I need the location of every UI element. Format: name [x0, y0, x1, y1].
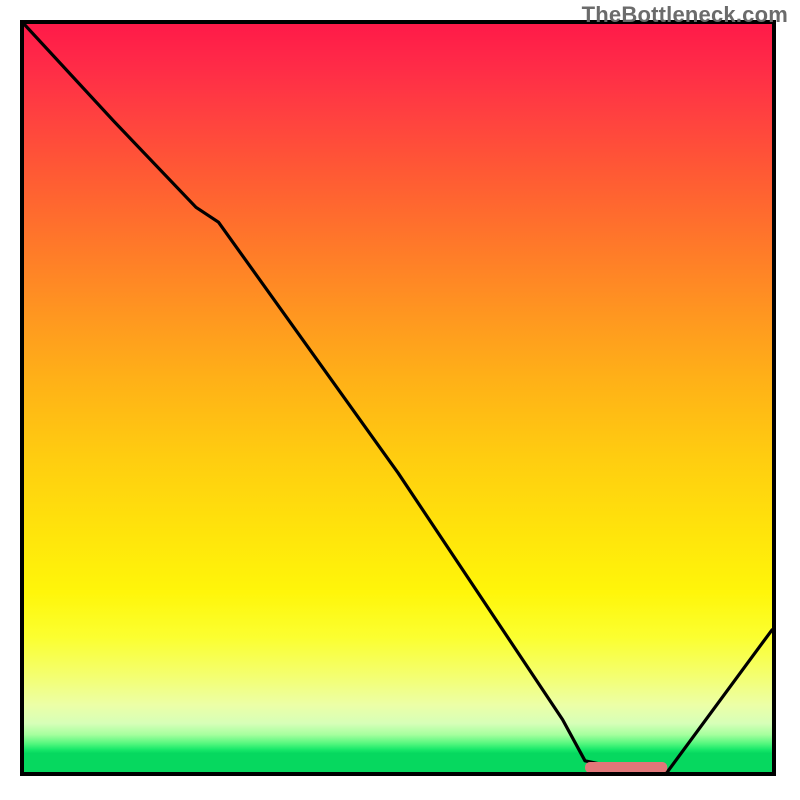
plot-frame — [20, 20, 776, 776]
watermark-text: TheBottleneck.com — [582, 2, 788, 28]
bottleneck-chart: TheBottleneck.com — [0, 0, 800, 800]
